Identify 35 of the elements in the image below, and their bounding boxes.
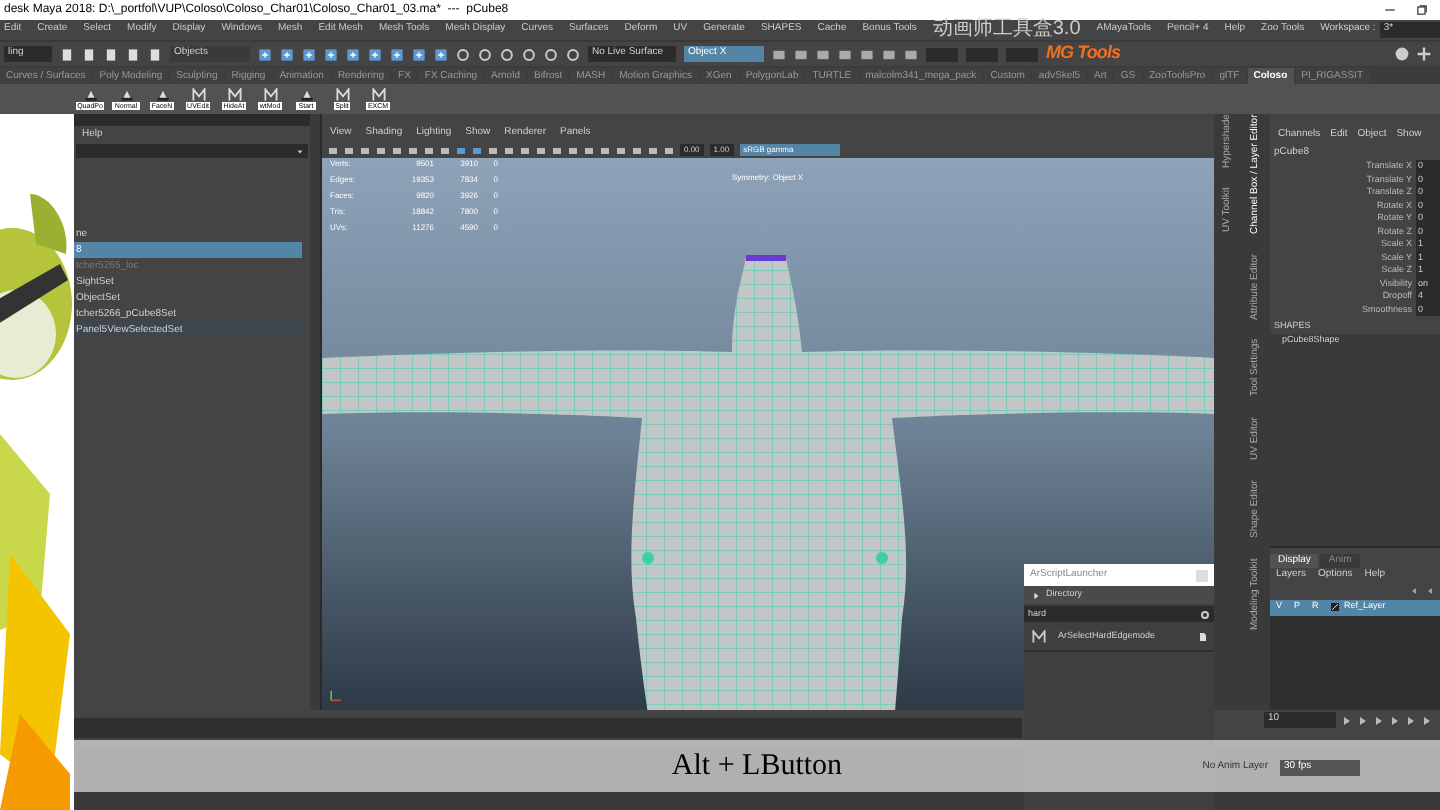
script-icon[interactable] — [227, 88, 241, 102]
axis-icon — [328, 686, 344, 702]
script-icon[interactable] — [263, 88, 277, 102]
python-icon[interactable] — [155, 88, 169, 102]
snap-icon[interactable] — [390, 47, 404, 61]
script-icon[interactable] — [191, 88, 205, 102]
snap-icon[interactable] — [258, 47, 272, 61]
coordinate-field[interactable] — [926, 47, 958, 61]
script-icon[interactable] — [371, 88, 385, 102]
script-icon — [1032, 629, 1046, 643]
snap-icon[interactable] — [346, 47, 360, 61]
coordinate-field[interactable] — [1006, 47, 1038, 61]
python-icon[interactable] — [119, 88, 133, 102]
subtitle: Alt + LButton — [671, 747, 843, 786]
python-icon[interactable] — [83, 88, 97, 102]
document-icon[interactable] — [1198, 631, 1208, 641]
minimize-icon[interactable] — [1384, 4, 1396, 16]
settings-icon[interactable] — [1200, 609, 1210, 619]
expand-arrow-icon[interactable] — [1032, 591, 1040, 599]
script-icon[interactable] — [335, 88, 349, 102]
python-icon[interactable] — [299, 88, 313, 102]
menu-item[interactable]: 动画师工具盒3.0 — [932, 20, 1081, 40]
snap-icon[interactable] — [368, 47, 382, 61]
search-field[interactable] — [76, 144, 308, 158]
snap-icon[interactable] — [412, 47, 426, 61]
snap-icon[interactable] — [280, 47, 294, 61]
move-icon[interactable] — [1416, 46, 1432, 62]
snap-icon[interactable] — [434, 47, 448, 61]
dropdown-arrow-icon — [296, 147, 304, 155]
coordinate-field[interactable] — [966, 47, 998, 61]
snap-icon[interactable] — [302, 47, 316, 61]
restore-icon[interactable] — [1416, 4, 1428, 16]
snap-icon[interactable] — [324, 47, 338, 61]
logo: MG Tools — [1046, 40, 1121, 67]
layer-color-icon[interactable] — [1330, 602, 1340, 613]
